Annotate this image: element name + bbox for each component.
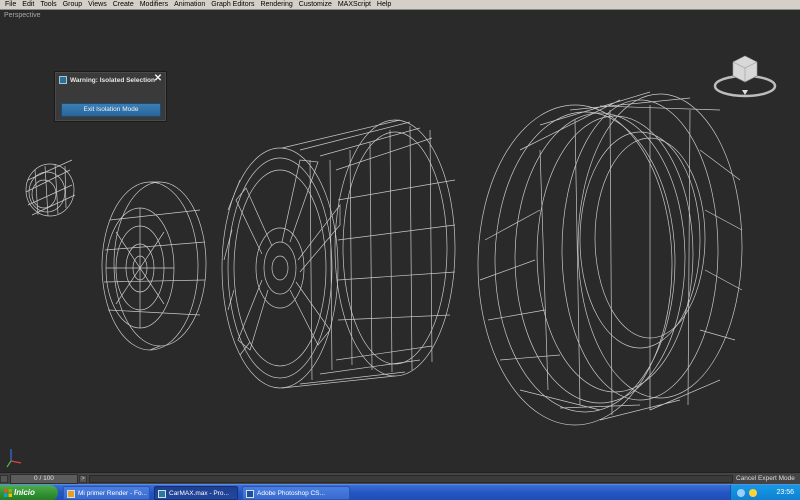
timeline-prev-button[interactable] bbox=[0, 475, 8, 483]
dialog-title: Warning: Isolated Selection bbox=[70, 76, 155, 84]
timeline-bar: 0 / 100 > Cancel Expert Mode bbox=[0, 472, 800, 484]
menu-tools[interactable]: Tools bbox=[37, 0, 59, 10]
perspective-viewport[interactable]: Perspective Warning: Isolated Selection … bbox=[0, 10, 800, 472]
timeline-next-button[interactable]: > bbox=[79, 475, 87, 483]
network-icon[interactable] bbox=[737, 489, 745, 497]
windows-taskbar: Inicio Mi primer Render - Fo... CarMAX.m… bbox=[0, 484, 800, 500]
viewport-label[interactable]: Perspective bbox=[4, 12, 41, 19]
menu-rendering[interactable]: Rendering bbox=[257, 0, 295, 10]
windows-logo-icon bbox=[4, 489, 12, 497]
start-label: Inicio bbox=[14, 488, 35, 497]
menu-maxscript[interactable]: MAXScript bbox=[335, 0, 374, 10]
messenger-icon[interactable] bbox=[749, 489, 757, 497]
photoshop-icon bbox=[246, 490, 254, 498]
browser-icon bbox=[67, 490, 75, 498]
menu-views[interactable]: Views bbox=[85, 0, 110, 10]
menu-file[interactable]: File bbox=[2, 0, 19, 10]
task-label: Mi primer Render - Fo... bbox=[78, 490, 147, 497]
menu-edit[interactable]: Edit bbox=[19, 0, 37, 10]
brake-disc-wireframe bbox=[101, 181, 207, 351]
menu-animation[interactable]: Animation bbox=[171, 0, 208, 10]
system-tray: 23:56 bbox=[730, 485, 800, 500]
task-label: Adobe Photoshop CS... bbox=[257, 490, 325, 497]
menu-create[interactable]: Create bbox=[110, 0, 137, 10]
exit-isolation-button[interactable]: Exit Isolation Mode bbox=[61, 103, 161, 117]
start-button[interactable]: Inicio bbox=[0, 485, 58, 500]
dialog-title-bar: Warning: Isolated Selection bbox=[59, 76, 155, 84]
timeline-track[interactable] bbox=[89, 475, 733, 483]
menu-bar: File Edit Tools Group Views Create Modifiers An… bbox=[0, 0, 800, 10]
viewcube bbox=[713, 55, 777, 98]
menu-customize[interactable]: Customize bbox=[296, 0, 335, 10]
axis-tripod-icon bbox=[6, 449, 22, 468]
taskbar-item-3dsmax[interactable]: CarMAX.max - Pro... bbox=[154, 486, 238, 500]
tire-wireframe bbox=[477, 91, 743, 426]
menu-modifiers[interactable]: Modifiers bbox=[137, 0, 171, 10]
lug-nut-wireframe bbox=[25, 159, 76, 217]
isolated-selection-dialog: Warning: Isolated Selection ✕ Exit Isola… bbox=[54, 71, 167, 122]
menu-group[interactable]: Group bbox=[60, 0, 85, 10]
taskbar-item-browser[interactable]: Mi primer Render - Fo... bbox=[63, 486, 150, 500]
taskbar-item-photoshop[interactable]: Adobe Photoshop CS... bbox=[242, 486, 350, 500]
close-icon[interactable]: ✕ bbox=[153, 74, 163, 84]
frame-counter[interactable]: 0 / 100 bbox=[10, 474, 78, 484]
menu-help[interactable]: Help bbox=[374, 0, 394, 10]
3dsmax-icon bbox=[158, 490, 166, 498]
task-label: CarMAX.max - Pro... bbox=[169, 490, 229, 497]
rim-wireframe bbox=[221, 119, 456, 389]
cancel-expert-mode-button[interactable]: Cancel Expert Mode bbox=[736, 474, 798, 484]
3dsmax-icon bbox=[59, 76, 67, 84]
clock: 23:56 bbox=[776, 489, 794, 496]
menu-graph-editors[interactable]: Graph Editors bbox=[208, 0, 257, 10]
